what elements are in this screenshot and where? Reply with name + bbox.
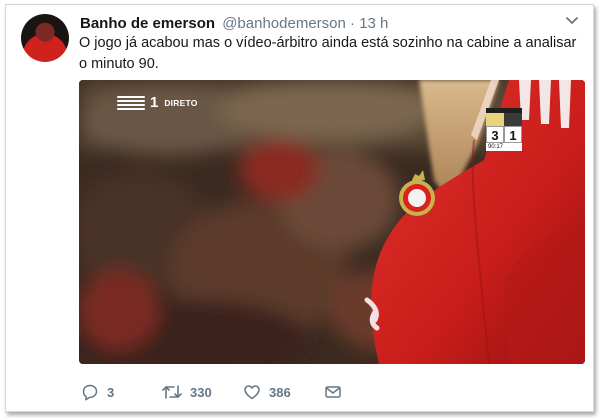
like-button[interactable]: 386	[243, 383, 324, 401]
message-icon	[324, 384, 342, 400]
reply-count: 3	[107, 384, 115, 400]
retweet-icon	[162, 383, 182, 401]
retweet-count: 330	[190, 384, 212, 400]
channel-overlay: 1 DIRETO	[117, 94, 198, 111]
home-score: 3	[486, 126, 504, 143]
like-icon	[243, 383, 261, 401]
tweet-media[interactable]: 1 DIRETO 3 1 90:17	[79, 80, 585, 364]
reply-icon	[81, 383, 99, 401]
tweet-header: Banho de emerson @banhodemerson · 13 h	[80, 13, 579, 35]
user-handle[interactable]: @banhodemerson	[222, 15, 346, 32]
chevron-down-icon[interactable]	[565, 13, 579, 35]
rtp-logo-icon	[117, 95, 145, 110]
tweet-actions: 3 330 386	[81, 381, 342, 403]
match-clock: 90:17	[486, 143, 522, 151]
tweet-text: O jogo já acabou mas o vídeo-árbitro ain…	[79, 35, 577, 72]
direct-message-button[interactable]	[324, 384, 342, 400]
avatar[interactable]	[21, 14, 69, 62]
scoreboard: 3 1 90:17	[486, 108, 522, 156]
scoreboard-crests	[486, 113, 522, 126]
tweet-timestamp[interactable]: 13 h	[359, 15, 388, 32]
reply-button[interactable]: 3	[81, 383, 162, 401]
like-count: 386	[269, 384, 291, 400]
separator-dot: ·	[350, 15, 356, 32]
tweet-card[interactable]: Banho de emerson @banhodemerson · 13 h O…	[5, 4, 594, 412]
live-label: DIRETO	[164, 97, 198, 108]
retweet-button[interactable]: 330	[162, 383, 243, 401]
away-score: 1	[504, 126, 522, 143]
channel-number: 1	[150, 94, 159, 111]
display-name[interactable]: Banho de emerson	[80, 15, 215, 32]
